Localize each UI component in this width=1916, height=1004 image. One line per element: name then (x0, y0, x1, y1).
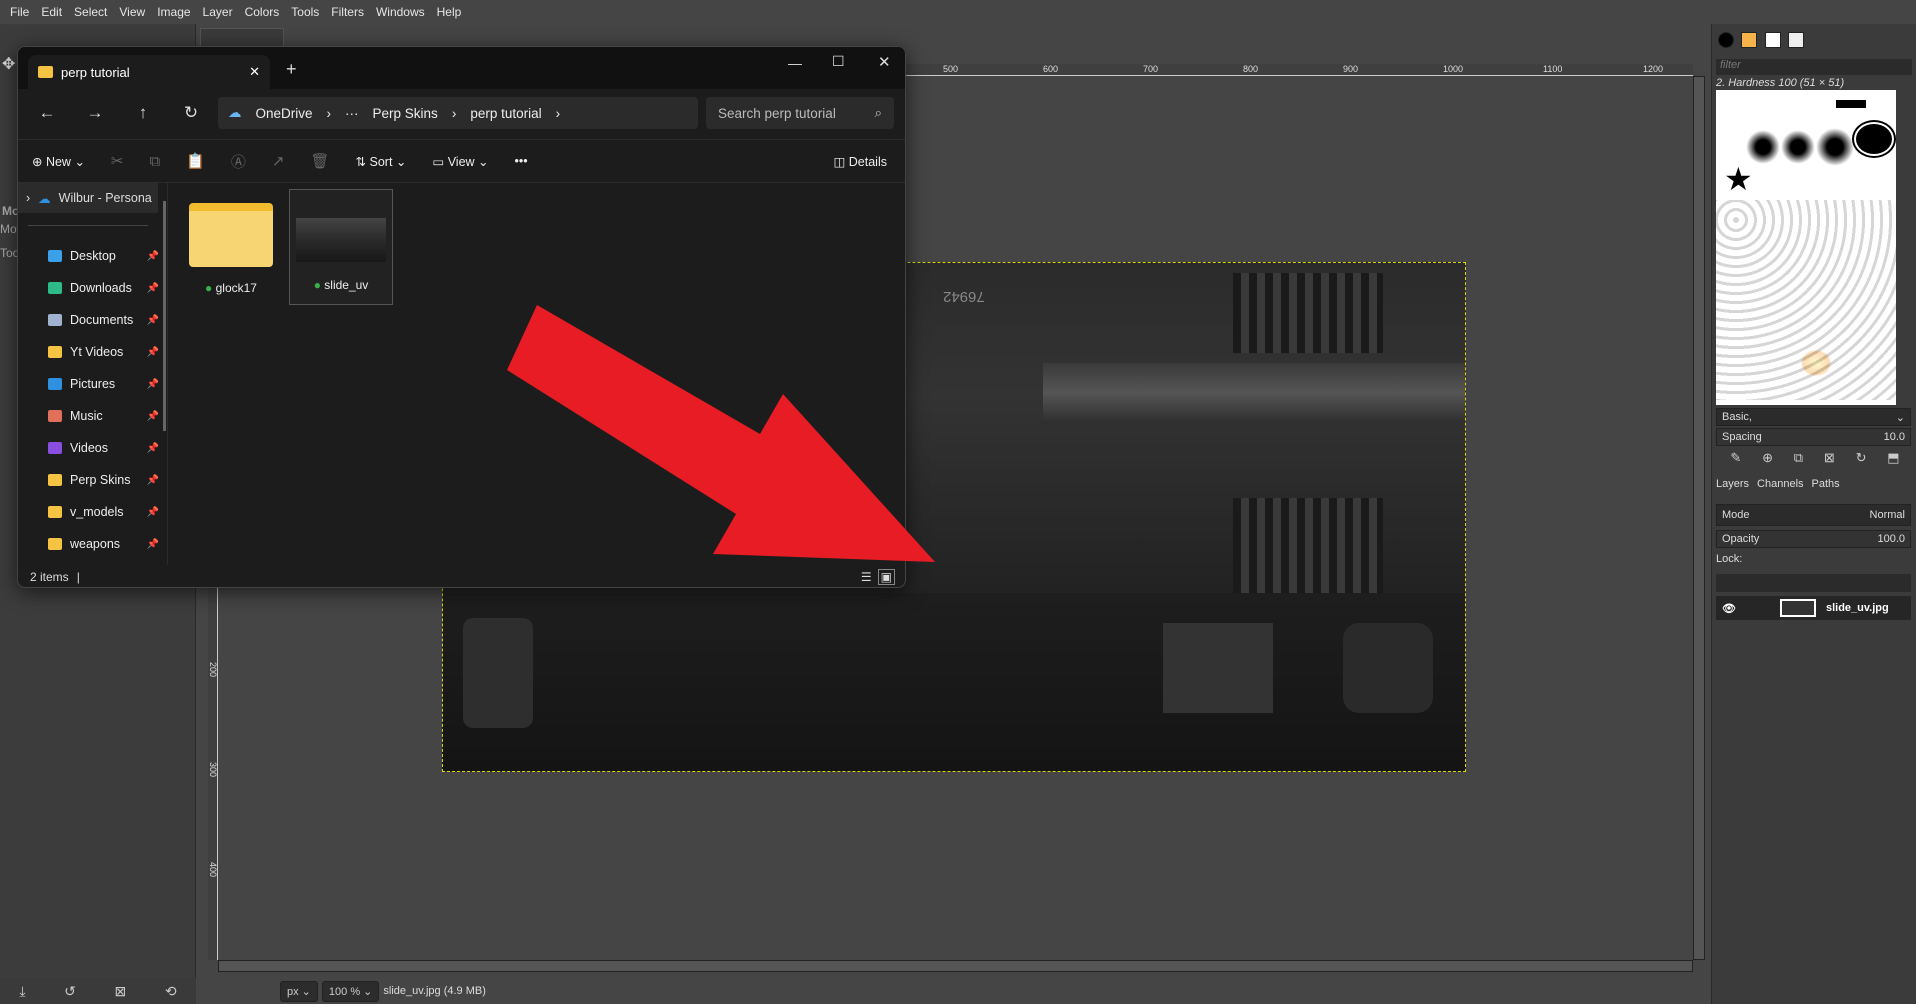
arrow-icon (507, 305, 935, 562)
red-arrow-annotation (507, 305, 935, 562)
